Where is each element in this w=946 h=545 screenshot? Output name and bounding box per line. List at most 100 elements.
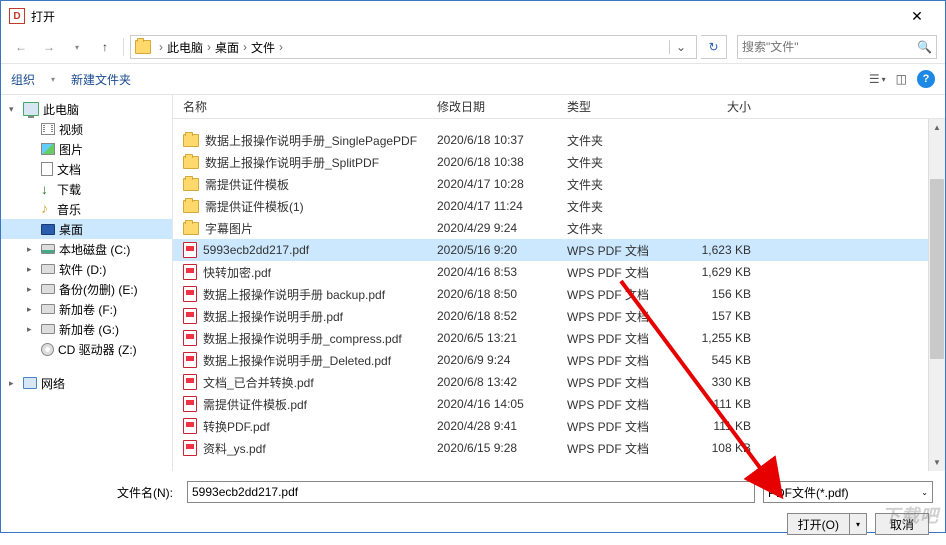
recent-dropdown[interactable]: ▾ [65, 35, 89, 59]
file-row[interactable]: 快转加密.pdf2020/4/16 8:53WPS PDF 文档1,629 KB [173, 261, 945, 283]
scroll-down-button[interactable]: ▼ [929, 454, 945, 471]
navigation-tree: ▾此电脑视频图片文档下载音乐桌面▸本地磁盘 (C:)▸软件 (D:)▸备份(勿删… [1, 95, 173, 471]
file-name: 需提供证件模板 [205, 176, 289, 193]
file-type: 文件夹 [557, 198, 677, 215]
tree-arrow-icon: ▸ [27, 264, 37, 275]
tree-item[interactable]: CD 驱动器 (Z:) [1, 339, 172, 359]
new-folder-button[interactable]: 新建文件夹 [71, 71, 131, 88]
breadcrumb-dropdown[interactable]: ⌄ [669, 40, 692, 54]
tree-item[interactable]: 视频 [1, 119, 172, 139]
tree-item[interactable]: 文档 [1, 159, 172, 179]
pdf-icon [183, 396, 197, 412]
file-row[interactable]: 数据上报操作说明手册_compress.pdf2020/6/5 13:21WPS… [173, 327, 945, 349]
tree-arrow-icon: ▸ [27, 284, 37, 295]
preview-icon: ◫ [896, 72, 907, 86]
file-date: 2020/6/15 9:28 [427, 441, 557, 455]
file-type: WPS PDF 文档 [557, 286, 677, 303]
scroll-up-button[interactable]: ▲ [929, 119, 945, 136]
file-list[interactable]: 数据上报操作说明手册_SinglePagePDF2020/6/18 10:37文… [173, 119, 945, 471]
desktop-icon [41, 224, 55, 235]
file-type: WPS PDF 文档 [557, 242, 677, 259]
network-icon [23, 377, 37, 389]
disk-icon [41, 304, 55, 314]
column-size[interactable]: 大小 [677, 98, 767, 115]
file-row[interactable]: 转换PDF.pdf2020/4/28 9:41WPS PDF 文档111 KB [173, 415, 945, 437]
file-date: 2020/4/28 9:41 [427, 419, 557, 433]
breadcrumb-item[interactable]: 此电脑 [167, 39, 203, 56]
file-row[interactable]: 5993ecb2dd217.pdf2020/5/16 9:20WPS PDF 文… [173, 239, 945, 261]
file-date: 2020/4/16 14:05 [427, 397, 557, 411]
file-type: 文件夹 [557, 220, 677, 237]
tree-item[interactable]: 图片 [1, 139, 172, 159]
column-headers: 名称 修改日期 类型 大小 [173, 95, 945, 119]
forward-button[interactable]: → [37, 35, 61, 59]
search-input[interactable] [742, 40, 917, 54]
file-row[interactable]: 数据上报操作说明手册_SplitPDF2020/6/18 10:38文件夹 [173, 151, 945, 173]
file-row[interactable] [173, 119, 945, 129]
doc-icon [41, 162, 53, 176]
file-name: 数据上报操作说明手册_Deleted.pdf [203, 352, 391, 369]
tree-item[interactable]: 音乐 [1, 199, 172, 219]
filter-label: PDF文件(*.pdf) [768, 484, 849, 501]
close-button[interactable]: ✕ [897, 2, 937, 30]
file-name: 文档_已合并转换.pdf [203, 374, 314, 391]
help-button[interactable]: ? [917, 70, 935, 88]
tree-item[interactable]: ▸备份(勿删) (E:) [1, 279, 172, 299]
pdf-icon [183, 308, 197, 324]
back-button[interactable]: ← [9, 35, 33, 59]
tree-item[interactable]: 桌面 [1, 219, 172, 239]
view-options-button[interactable]: ☰▾ [869, 72, 886, 86]
up-button[interactable]: ↑ [93, 35, 117, 59]
refresh-button[interactable]: ↻ [701, 35, 727, 59]
file-size: 108 KB [677, 441, 767, 455]
file-row[interactable]: 文档_已合并转换.pdf2020/6/8 13:42WPS PDF 文档330 … [173, 371, 945, 393]
file-row[interactable]: 需提供证件模板(1)2020/4/17 11:24文件夹 [173, 195, 945, 217]
column-type[interactable]: 类型 [557, 98, 677, 115]
chevron-right-icon: › [159, 40, 163, 54]
scroll-thumb[interactable] [930, 179, 944, 359]
file-row[interactable]: 字幕图片2020/4/29 9:24文件夹 [173, 217, 945, 239]
filename-label: 文件名(N): [13, 484, 179, 501]
breadcrumb-bar[interactable]: › 此电脑 › 桌面 › 文件 › ⌄ [130, 35, 697, 59]
tree-item[interactable]: ▸新加卷 (F:) [1, 299, 172, 319]
vertical-scrollbar[interactable]: ▲ ▼ [928, 119, 945, 471]
list-icon: ☰ [869, 72, 880, 86]
column-date[interactable]: 修改日期 [427, 98, 557, 115]
tree-item[interactable]: ▸新加卷 (G:) [1, 319, 172, 339]
preview-pane-button[interactable]: ◫ [896, 72, 907, 86]
tree-item-label: 音乐 [57, 201, 81, 218]
search-box[interactable]: 🔍 [737, 35, 937, 59]
organize-menu[interactable]: 组织 [11, 71, 35, 88]
tree-item[interactable]: ▸本地磁盘 (C:) [1, 239, 172, 259]
tree-item[interactable]: ▾此电脑 [1, 99, 172, 119]
open-button[interactable]: 打开(O) ▾ [787, 513, 867, 535]
open-dropdown-button[interactable]: ▾ [850, 520, 866, 529]
tree-item-label: 图片 [59, 141, 83, 158]
file-row[interactable]: 资料_ys.pdf2020/6/15 9:28WPS PDF 文档108 KB [173, 437, 945, 459]
file-row[interactable]: 需提供证件模板.pdf2020/4/16 14:05WPS PDF 文档111 … [173, 393, 945, 415]
breadcrumb-item[interactable]: 桌面 [215, 39, 239, 56]
tree-item[interactable]: ▸网络 [1, 373, 172, 393]
tree-item[interactable]: ▸软件 (D:) [1, 259, 172, 279]
file-name: 资料_ys.pdf [203, 440, 266, 457]
file-type: WPS PDF 文档 [557, 308, 677, 325]
tree-arrow-icon: ▸ [27, 324, 37, 335]
breadcrumb-item[interactable]: 文件 [251, 39, 275, 56]
file-date: 2020/4/16 8:53 [427, 265, 557, 279]
file-row[interactable]: 需提供证件模板2020/4/17 10:28文件夹 [173, 173, 945, 195]
window-title: 打开 [31, 8, 897, 25]
file-type: WPS PDF 文档 [557, 352, 677, 369]
file-row[interactable]: 数据上报操作说明手册_Deleted.pdf2020/6/9 9:24WPS P… [173, 349, 945, 371]
tree-item[interactable]: 下载 [1, 179, 172, 199]
search-icon[interactable]: 🔍 [917, 40, 932, 54]
column-name[interactable]: 名称 [173, 98, 427, 115]
pdf-icon [183, 418, 197, 434]
file-row[interactable]: 数据上报操作说明手册 backup.pdf2020/6/18 8:50WPS P… [173, 283, 945, 305]
filename-input[interactable] [187, 481, 755, 503]
file-row[interactable]: 数据上报操作说明手册_SinglePagePDF2020/6/18 10:37文… [173, 129, 945, 151]
cd-icon [41, 343, 54, 356]
file-type-filter[interactable]: PDF文件(*.pdf) ⌄ [763, 481, 933, 503]
folder-icon [183, 222, 199, 235]
file-row[interactable]: 数据上报操作说明手册.pdf2020/6/18 8:52WPS PDF 文档15… [173, 305, 945, 327]
pdf-icon [183, 286, 197, 302]
